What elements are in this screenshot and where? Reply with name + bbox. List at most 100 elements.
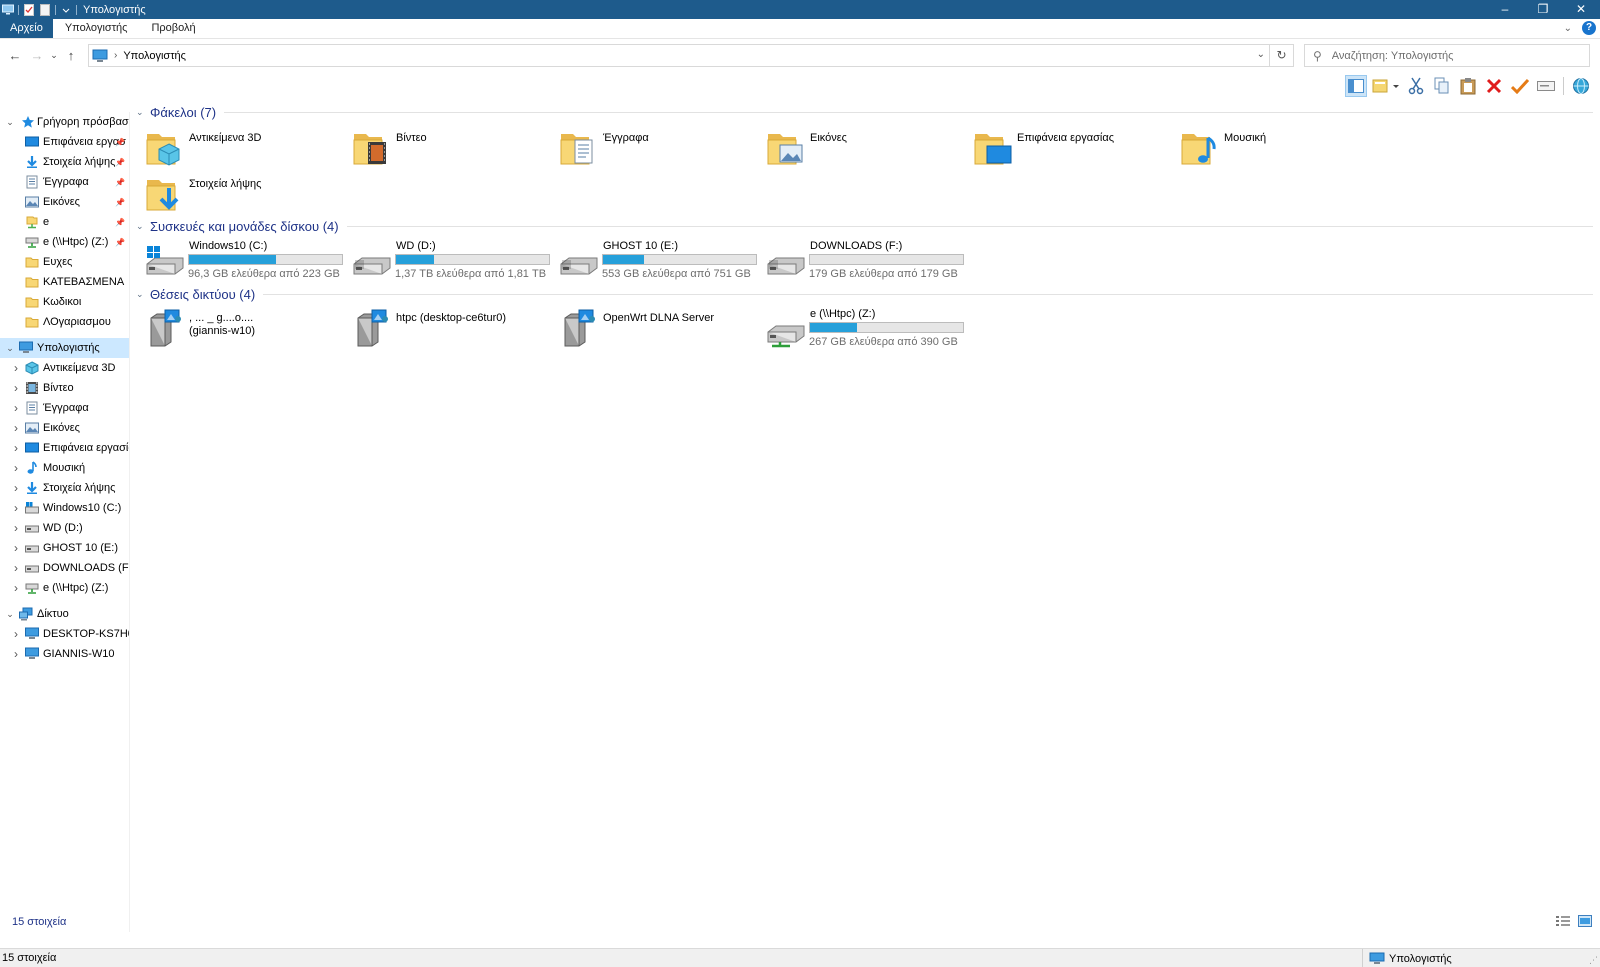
folder-tile[interactable]: Βίντεο — [340, 128, 544, 172]
forward-button[interactable]: → — [26, 48, 48, 63]
search-box[interactable]: ⚲ — [1304, 44, 1590, 67]
collapse-chevron-icon[interactable]: ⌄ — [5, 609, 15, 620]
details-view-icon[interactable] — [1556, 915, 1570, 927]
network-location-tile[interactable]: htpc (desktop-ce6tur0) — [340, 308, 544, 352]
folder-tile[interactable]: Επιφάνεια εργασίας — [961, 128, 1165, 172]
nav-item[interactable]: › Έγγραφα — [0, 398, 129, 418]
nav-item[interactable]: Εικόνες 📌 — [0, 192, 129, 212]
group-header-folders[interactable]: ⌄ Φάκελοι (7) — [133, 102, 1593, 122]
folder-tile[interactable]: Εικόνες — [754, 128, 958, 172]
nav-item[interactable]: › Βίντεο — [0, 378, 129, 398]
address-bar[interactable]: › Υπολογιστής ⌄ ↻ — [88, 44, 1294, 67]
network-globe-button[interactable] — [1570, 75, 1592, 97]
nav-item[interactable]: e (\\Htpc) (Z:) 📌 — [0, 232, 129, 252]
nav-item[interactable]: › Αντικείμενα 3D — [0, 358, 129, 378]
paste-button[interactable] — [1457, 75, 1479, 97]
nav-item[interactable]: › Επιφάνεια εργασίας — [0, 438, 129, 458]
nav-this-pc[interactable]: ⌄ Υπολογιστής — [0, 338, 129, 358]
nav-item[interactable]: › WD (D:) — [0, 518, 129, 538]
drive-tile[interactable]: DOWNLOADS (F:) 179 GB ελεύθερα από 179 GB — [754, 240, 968, 284]
nav-item[interactable]: › Windows10 (C:) — [0, 498, 129, 518]
collapse-chevron-icon[interactable]: ⌄ — [136, 221, 148, 232]
breadcrumb-chevron-icon[interactable]: › — [114, 50, 117, 61]
collapse-chevron-icon[interactable]: ⌄ — [5, 117, 15, 128]
copy-button[interactable] — [1431, 75, 1453, 97]
expand-chevron-icon[interactable]: › — [11, 461, 21, 475]
expand-chevron-icon[interactable]: › — [11, 581, 21, 595]
help-icon[interactable]: ? — [1582, 21, 1596, 35]
nav-item[interactable]: Ευχες — [0, 252, 129, 272]
drive-tile[interactable]: Windows10 (C:) 96,3 GB ελεύθερα από 223 G… — [133, 240, 347, 284]
folder-tile[interactable]: Αντικείμενα 3D — [133, 128, 337, 172]
expand-chevron-icon[interactable]: › — [11, 627, 21, 641]
drive-tile[interactable]: GHOST 10 (E:) 553 GB ελεύθερα από 751 GB — [547, 240, 761, 284]
search-input[interactable] — [1331, 49, 1572, 62]
collapse-chevron-icon[interactable]: ⌄ — [136, 107, 148, 118]
expand-chevron-icon[interactable]: › — [11, 561, 21, 575]
drive-tile[interactable]: e (\\Htpc) (Z:) 267 GB ελεύθερα από 390 G… — [754, 308, 968, 352]
collapse-chevron-icon[interactable]: ⌄ — [136, 289, 148, 300]
nav-item[interactable]: › Μουσική — [0, 458, 129, 478]
restore-button[interactable]: ❐ — [1524, 0, 1562, 19]
expand-chevron-icon[interactable]: › — [11, 481, 21, 495]
network-location-tile[interactable]: , ... _ g....o.... (giannis-w10) — [133, 308, 337, 352]
large-icons-view-icon[interactable] — [1578, 915, 1592, 927]
computer-icon[interactable] — [2, 4, 14, 16]
delete-button[interactable] — [1483, 75, 1505, 97]
expand-chevron-icon[interactable]: › — [11, 521, 21, 535]
tab-file[interactable]: Αρχείο — [0, 19, 53, 38]
expand-chevron-icon[interactable]: › — [11, 361, 21, 375]
nav-item[interactable]: Έγγραφα 📌 — [0, 172, 129, 192]
rename-button[interactable] — [1535, 75, 1557, 97]
resize-grip-icon[interactable]: ⋰ — [1589, 955, 1598, 966]
nav-network[interactable]: ⌄ Δίκτυο — [0, 604, 129, 624]
drive-tile[interactable]: WD (D:) 1,37 TB ελεύθερα από 1,81 TB — [340, 240, 554, 284]
expand-chevron-icon[interactable]: › — [11, 541, 21, 555]
address-dropdown-icon[interactable]: ⌄ — [1257, 49, 1265, 60]
group-header-network-locations[interactable]: ⌄ Θέσεις δικτύου (4) — [133, 284, 1593, 304]
folder-tile[interactable]: Έγγραφα — [547, 128, 751, 172]
nav-item[interactable]: e 📌 — [0, 212, 129, 232]
up-button[interactable]: ↑ — [60, 48, 82, 63]
cut-button[interactable] — [1405, 75, 1427, 97]
refresh-button[interactable]: ↻ — [1269, 45, 1293, 66]
nav-item[interactable]: › DESKTOP-KS7H0RA — [0, 624, 129, 644]
nav-item[interactable]: › DOWNLOADS (F:) — [0, 558, 129, 578]
recent-locations-chevron-icon[interactable]: ⌄ — [48, 50, 60, 61]
navigation-pane-button[interactable] — [1345, 75, 1367, 97]
close-button[interactable]: ✕ — [1562, 0, 1600, 19]
group-header-drives[interactable]: ⌄ Συσκευές και μονάδες δίσκου (4) — [133, 216, 1593, 236]
nav-item[interactable]: Στοιχεία λήψης 📌 — [0, 152, 129, 172]
expand-chevron-icon[interactable]: › — [11, 381, 21, 395]
customize-chevron-icon[interactable] — [60, 4, 72, 16]
properties-icon[interactable] — [23, 3, 35, 16]
expand-ribbon-chevron-icon[interactable]: ⌄ — [1564, 23, 1572, 34]
expand-chevron-icon[interactable]: › — [11, 421, 21, 435]
back-button[interactable]: ← — [4, 48, 26, 63]
nav-item[interactable]: ΛΟγαριασμου — [0, 312, 129, 332]
folder-tile[interactable]: Στοιχεία λήψης — [133, 174, 337, 218]
nav-item[interactable]: Κωδικοι — [0, 292, 129, 312]
expand-chevron-icon[interactable]: › — [11, 401, 21, 415]
new-folder-icon[interactable] — [39, 3, 51, 16]
expand-chevron-icon[interactable]: › — [11, 501, 21, 515]
tab-view[interactable]: Προβολή — [139, 19, 207, 38]
breadcrumb-computer[interactable]: Υπολογιστής — [123, 50, 186, 62]
minimize-button[interactable]: – — [1486, 0, 1524, 19]
nav-item[interactable]: › e (\\Htpc) (Z:) — [0, 578, 129, 598]
nav-quick-access[interactable]: ⌄ Γρήγορη πρόσβαση — [0, 112, 129, 132]
folder-tile[interactable]: Μουσική — [1168, 128, 1372, 172]
nav-item[interactable]: › Στοιχεία λήψης — [0, 478, 129, 498]
nav-item[interactable]: › GHOST 10 (E:) — [0, 538, 129, 558]
collapse-chevron-icon[interactable]: ⌄ — [5, 343, 15, 354]
network-location-tile[interactable]: OpenWrt DLNA Server — [547, 308, 751, 352]
nav-item[interactable]: › GIANNIS-W10 — [0, 644, 129, 664]
nav-item[interactable]: Επιφάνεια εργασ 📌 — [0, 132, 129, 152]
properties-check-button[interactable] — [1509, 75, 1531, 97]
tab-computer[interactable]: Υπολογιστής — [53, 19, 140, 38]
nav-item[interactable]: › Εικόνες — [0, 418, 129, 438]
expand-chevron-icon[interactable]: › — [11, 647, 21, 661]
nav-item[interactable]: ΚΑΤΕΒΑΣΜΕΝΑ — [0, 272, 129, 292]
layout-button[interactable] — [1371, 75, 1401, 97]
expand-chevron-icon[interactable]: › — [11, 441, 21, 455]
